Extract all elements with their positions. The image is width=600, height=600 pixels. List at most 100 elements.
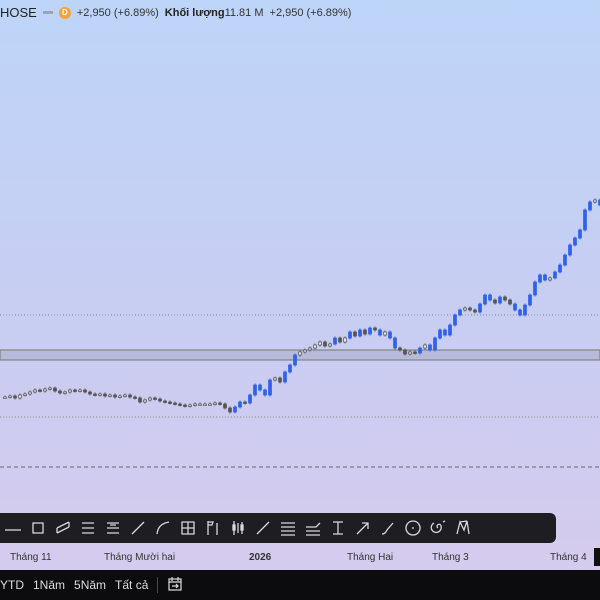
candle-body [103, 393, 107, 397]
candle-body [58, 390, 62, 394]
candle-body [223, 403, 227, 409]
arrow-icon[interactable] [352, 517, 374, 539]
candle-body [328, 343, 332, 347]
candle-body [583, 209, 587, 231]
candle-body [188, 404, 192, 407]
horizontal-lines-icon[interactable] [277, 517, 299, 539]
candle-body [523, 304, 527, 316]
trend-line-icon[interactable] [2, 517, 24, 539]
candles-pattern-icon[interactable] [227, 517, 249, 539]
candle-body [343, 337, 347, 343]
candle-body [228, 407, 232, 413]
x-tick: Tháng 11 [10, 552, 52, 563]
brush-icon[interactable] [377, 517, 399, 539]
symbol-name[interactable]: HOSE [0, 5, 37, 20]
candle-body [573, 237, 577, 246]
flat-channel-icon[interactable] [102, 517, 124, 539]
fib-icon[interactable] [302, 517, 324, 539]
x-tick: Tháng 4 [550, 552, 587, 563]
candle-body [28, 391, 32, 395]
x-tick: 2026 [249, 552, 272, 563]
candle-body [513, 303, 517, 311]
candle-body [378, 329, 382, 336]
candle-body [568, 244, 572, 256]
range-1y[interactable]: 1Năm [33, 578, 65, 592]
candle-body [48, 387, 52, 390]
candle-body [3, 396, 7, 399]
candle-body [318, 341, 322, 346]
candle-body [338, 337, 342, 343]
candle-body [168, 401, 172, 404]
candle-body [258, 384, 262, 391]
candle-body [183, 404, 187, 407]
candle-body [193, 403, 197, 406]
ray-icon[interactable] [252, 517, 274, 539]
candle-body [348, 331, 352, 339]
candle-body [448, 324, 452, 336]
candle-body [593, 199, 597, 203]
candle-body [113, 394, 117, 398]
candle-body [308, 347, 312, 351]
range-5y[interactable]: 5Năm [74, 578, 106, 592]
candle-body [123, 394, 127, 397]
candle-body [273, 377, 277, 381]
curve-icon[interactable] [152, 517, 174, 539]
candle-body [548, 277, 552, 281]
candle-body [518, 309, 522, 316]
candle-body [488, 294, 492, 301]
candle-body [463, 307, 467, 311]
candle-body [63, 391, 67, 394]
spiral-icon[interactable] [427, 517, 449, 539]
range-all[interactable]: Tất cả [115, 578, 148, 592]
chart-area[interactable]: HOSE D +2,950 (+6.89%) Khối lượng 11.81 … [0, 0, 600, 570]
candle-body [363, 329, 367, 335]
x-tick: Tháng 3 [432, 552, 469, 563]
regression-channel-icon[interactable] [77, 517, 99, 539]
candle-body [73, 389, 77, 392]
flag-icon[interactable] [202, 517, 224, 539]
x-tick: Tháng Mười hai [104, 552, 176, 563]
candle-body [288, 364, 292, 373]
candle-body [78, 389, 82, 392]
candle-body [128, 394, 132, 398]
symbol-legend: HOSE D +2,950 (+6.89%) Khối lượng 11.81 … [0, 5, 351, 20]
rectangle-icon[interactable] [27, 517, 49, 539]
candle-body [153, 397, 157, 400]
candle-body [213, 402, 217, 405]
candle-body [98, 393, 102, 396]
circle-icon[interactable] [402, 517, 424, 539]
candle-body [493, 299, 497, 304]
parallel-channel-icon[interactable] [52, 517, 74, 539]
candle-body [293, 354, 297, 366]
xabcd-pattern-icon[interactable] [452, 517, 474, 539]
candle-body [313, 344, 317, 349]
candle-body [108, 394, 112, 397]
range-ytd[interactable]: YTD [0, 578, 24, 592]
candle-body [538, 274, 542, 283]
candle-body [458, 309, 462, 316]
candle-body [333, 337, 337, 345]
candle-body [503, 296, 507, 301]
candle-body [403, 349, 407, 355]
candle-body [418, 347, 422, 354]
candle-body [83, 389, 87, 393]
candle-body [238, 401, 242, 408]
candle-body [248, 394, 252, 404]
candle-body [253, 384, 257, 396]
candle-body [53, 387, 57, 392]
candle-body [138, 397, 142, 403]
candle-body [553, 271, 557, 279]
collapse-icon[interactable] [42, 11, 53, 14]
candle-body [478, 303, 482, 313]
price-range-icon[interactable] [327, 517, 349, 539]
price-plot[interactable] [0, 0, 600, 545]
info-line-icon[interactable] [127, 517, 149, 539]
candle-body [453, 314, 457, 326]
drawing-toolbar [0, 513, 556, 543]
candle-body [423, 344, 427, 349]
long-position-icon[interactable] [177, 517, 199, 539]
calendar-icon[interactable] [167, 576, 183, 595]
time-axis[interactable]: Tháng 11 Tháng Mười hai 2026 Tháng Hai T… [0, 552, 600, 566]
candle-body [158, 398, 162, 402]
candle-body [473, 309, 477, 313]
